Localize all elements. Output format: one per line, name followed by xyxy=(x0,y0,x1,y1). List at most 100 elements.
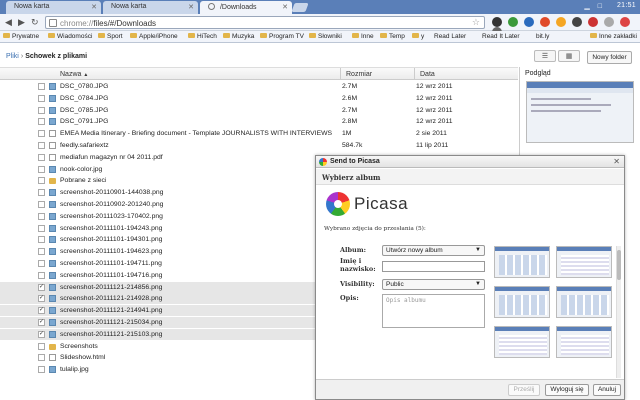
row-checkbox[interactable] xyxy=(38,165,45,173)
row-checkbox[interactable]: ✓ xyxy=(38,295,45,303)
photo-thumbnail[interactable] xyxy=(494,246,550,278)
folder-icon xyxy=(98,33,105,38)
bookmark-item[interactable]: Sport xyxy=(98,33,123,40)
row-checkbox[interactable] xyxy=(38,130,45,138)
dialog-title: Send to Picasa xyxy=(330,158,380,165)
extension-icon[interactable] xyxy=(507,17,518,27)
tab-new-2[interactable]: Nowa karta ✕ xyxy=(103,1,198,14)
bookmark-item[interactable]: y xyxy=(412,33,424,40)
description-textarea[interactable]: Opis albumu xyxy=(382,294,485,328)
photo-thumbnail[interactable] xyxy=(556,246,612,278)
row-checkbox[interactable] xyxy=(38,189,45,197)
document-icon xyxy=(49,142,56,149)
table-row[interactable]: feedly.safariextz 584.7k 11 lip 2011 xyxy=(0,140,518,151)
bookmark-item[interactable]: Apple/iPhone xyxy=(130,33,178,40)
extension-icon[interactable] xyxy=(523,17,534,27)
column-name[interactable]: Nazwa ▲ xyxy=(60,71,88,78)
row-checkbox[interactable] xyxy=(38,342,45,350)
logout-button[interactable]: Wyloguj się xyxy=(545,384,589,396)
row-checkbox[interactable] xyxy=(38,248,45,256)
extension-icon[interactable] xyxy=(539,17,550,27)
row-checkbox[interactable] xyxy=(38,94,45,102)
bookmark-item[interactable]: Inne zakładki xyxy=(590,33,637,40)
bookmark-item[interactable]: Muzyka xyxy=(223,33,254,40)
extension-icon[interactable] xyxy=(555,17,566,27)
cancel-button[interactable]: Anuluj xyxy=(593,384,621,396)
address-bar[interactable]: chrome://files/#/Downloads ☆ xyxy=(45,16,485,29)
table-row[interactable]: DSC_0785.JPG 2.7M 12 wrz 2011 xyxy=(0,105,518,116)
bookmark-item[interactable]: Prywatne xyxy=(3,33,39,40)
close-icon[interactable]: ✕ xyxy=(91,3,97,11)
grid-icon: ▦ xyxy=(565,53,573,60)
table-row[interactable]: DSC_0784.JPG 2.6M 12 wrz 2011 xyxy=(0,93,518,104)
row-checkbox[interactable] xyxy=(38,142,45,149)
minimize-icon[interactable]: ▁ xyxy=(584,3,589,10)
back-icon[interactable]: ◀ xyxy=(5,17,12,28)
row-checkbox[interactable] xyxy=(38,177,45,185)
grid-view-button[interactable]: ▦ xyxy=(558,50,580,62)
new-folder-button[interactable]: Nowy folder xyxy=(587,51,632,64)
extension-icon[interactable] xyxy=(587,17,598,27)
photo-thumbnail[interactable] xyxy=(494,326,550,358)
bookmark-item[interactable]: HiTech xyxy=(188,33,217,40)
extension-icon[interactable] xyxy=(603,17,614,27)
reload-icon[interactable]: ↻ xyxy=(31,17,39,28)
column-divider[interactable] xyxy=(340,68,341,80)
extension-icon[interactable] xyxy=(619,17,630,27)
photo-thumbnail[interactable] xyxy=(556,326,612,358)
close-icon[interactable]: ✕ xyxy=(188,3,194,11)
photo-thumbnail[interactable] xyxy=(556,286,612,318)
row-checkbox[interactable] xyxy=(38,118,45,126)
extension-icon[interactable] xyxy=(571,17,582,27)
image-file-icon xyxy=(49,319,56,326)
bookmark-item[interactable]: Temp xyxy=(380,33,405,40)
upload-button[interactable]: Prześlij xyxy=(508,384,540,396)
close-icon[interactable]: ✕ xyxy=(613,157,620,166)
row-checkbox[interactable] xyxy=(38,366,45,374)
table-row[interactable]: DSC_0791.JPG 2.8M 12 wrz 2011 xyxy=(0,116,518,127)
maximize-icon[interactable]: □ xyxy=(598,3,602,10)
name-input[interactable] xyxy=(382,261,485,272)
row-checkbox[interactable] xyxy=(38,201,45,208)
photo-thumbnail[interactable] xyxy=(494,286,550,318)
row-checkbox[interactable]: ✓ xyxy=(38,330,45,338)
forward-icon[interactable]: ▶ xyxy=(18,17,25,28)
bookmark-item[interactable]: Inne xyxy=(352,33,374,40)
tab-downloads[interactable]: /Downloads ✕ xyxy=(200,1,292,14)
close-icon[interactable]: ✕ xyxy=(282,3,288,11)
row-checkbox[interactable] xyxy=(38,271,45,279)
row-checkbox[interactable]: ✓ xyxy=(38,307,45,315)
tab-new-1[interactable]: Nowa karta ✕ xyxy=(6,1,101,14)
thumbnail-scrollbar[interactable] xyxy=(616,246,621,378)
bookmark-item[interactable]: Read Later xyxy=(434,33,466,40)
star-icon[interactable]: ☆ xyxy=(472,17,480,28)
row-checkbox[interactable] xyxy=(38,260,45,267)
bookmark-item[interactable]: Read It Later xyxy=(482,33,520,40)
extension-icon[interactable] xyxy=(492,17,502,27)
row-checkbox[interactable] xyxy=(38,224,45,232)
album-select[interactable]: Utwórz nowy album ▼ xyxy=(382,245,485,256)
bookmark-item[interactable]: Słowniki xyxy=(309,33,342,40)
column-size[interactable]: Rozmiar xyxy=(346,71,372,78)
column-divider[interactable] xyxy=(414,68,415,80)
list-view-button[interactable]: ☰ xyxy=(534,50,556,62)
row-checkbox[interactable] xyxy=(38,106,45,114)
new-tab-button[interactable] xyxy=(291,3,309,12)
table-row[interactable]: DSC_0780.JPG 2.7M 12 wrz 2011 xyxy=(0,81,518,92)
table-row[interactable]: EMEA Media Itinerary - Briefing document… xyxy=(0,128,518,139)
bookmark-item[interactable]: bit.ly xyxy=(536,33,549,40)
row-checkbox[interactable] xyxy=(38,83,45,90)
folder-icon xyxy=(49,178,56,185)
row-checkbox[interactable] xyxy=(38,212,45,220)
row-checkbox[interactable]: ✓ xyxy=(38,283,45,291)
row-checkbox[interactable]: ✓ xyxy=(38,319,45,326)
breadcrumb-root[interactable]: Pliki xyxy=(6,53,19,60)
bookmark-item[interactable]: Wiadomości xyxy=(48,33,92,40)
row-checkbox[interactable] xyxy=(38,354,45,362)
folder-icon xyxy=(309,33,316,38)
bookmark-item[interactable]: Program TV xyxy=(260,33,304,40)
column-date[interactable]: Data xyxy=(420,71,435,78)
row-checkbox[interactable] xyxy=(38,236,45,244)
visibility-select[interactable]: Public ▼ xyxy=(382,279,485,290)
row-checkbox[interactable] xyxy=(38,153,45,161)
